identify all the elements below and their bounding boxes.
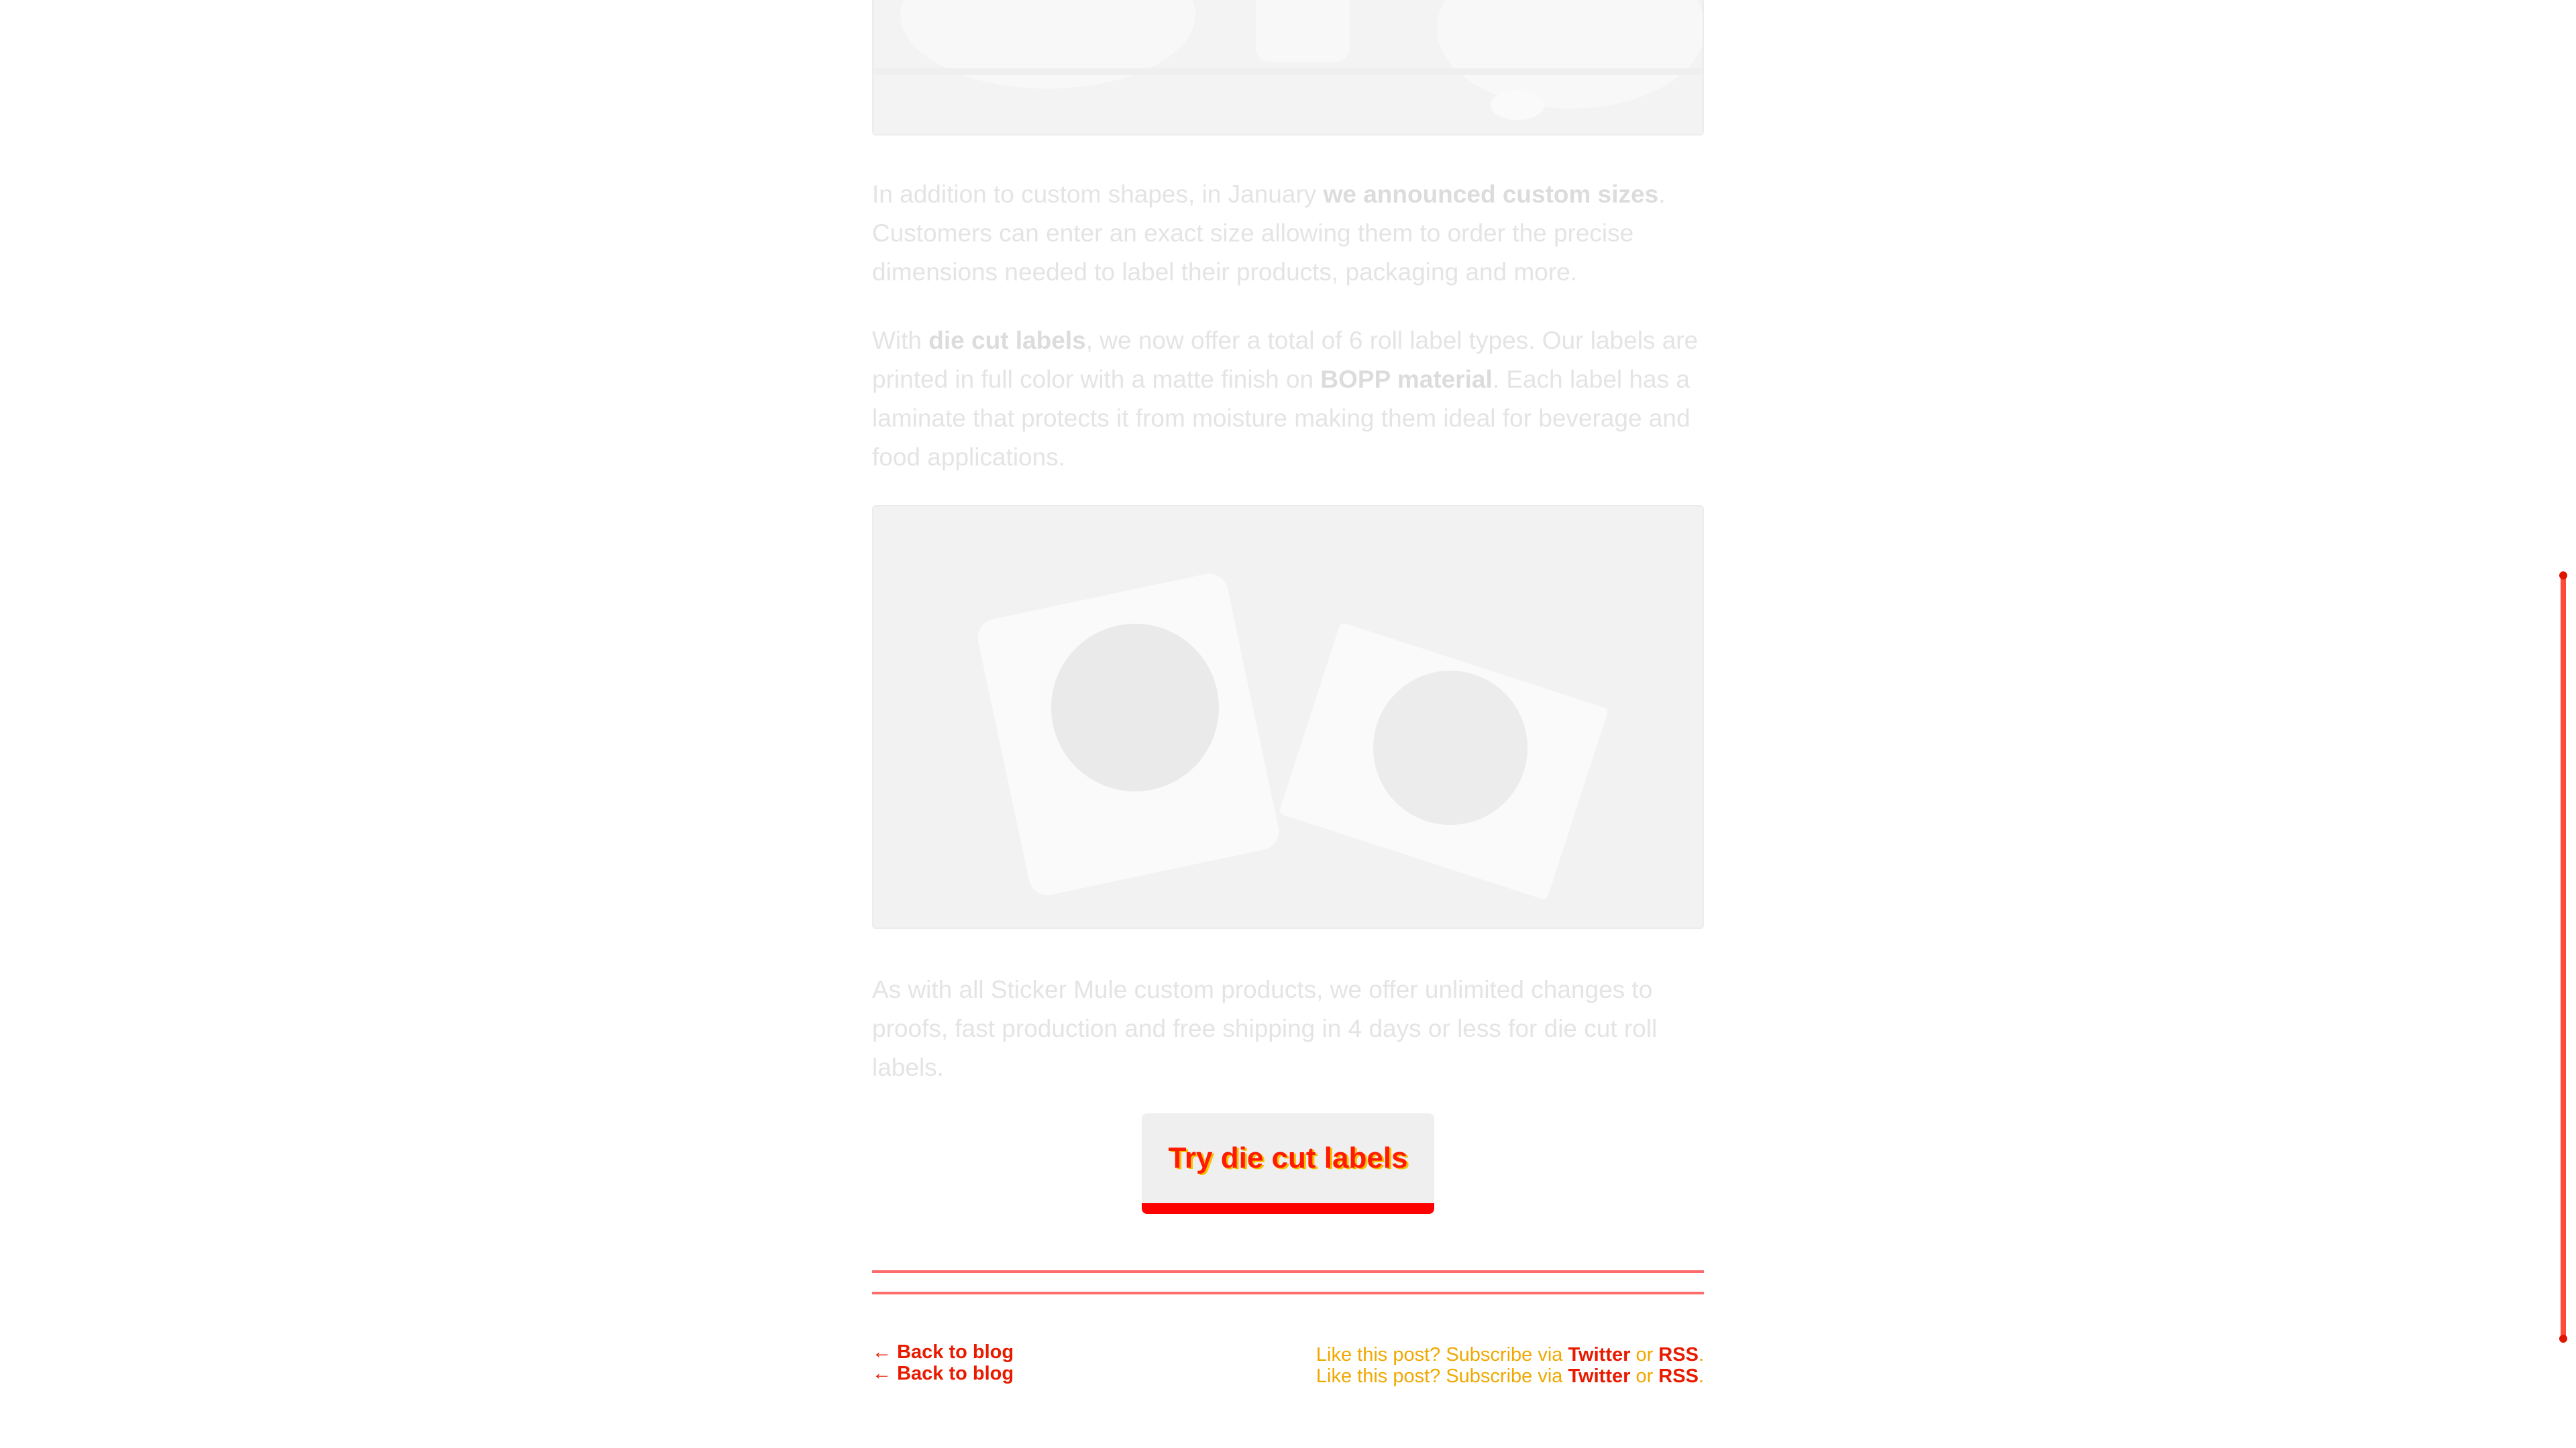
paragraph-custom-sizes: In addition to custom shapes, in January…: [872, 175, 1704, 292]
custom-sizes-link[interactable]: we announced custom sizes: [1324, 180, 1659, 208]
rss-link[interactable]: RSS: [1658, 1366, 1699, 1387]
product-photo-labels-image: [873, 506, 1703, 928]
arrow-left-icon: ←: [872, 1341, 892, 1363]
back-to-blog-link[interactable]: ← Back to blog: [872, 1341, 1014, 1363]
subscribe-text: or: [1630, 1366, 1659, 1387]
paragraph-text: With: [872, 327, 929, 354]
subscribe-text: .: [1698, 1344, 1704, 1366]
paragraph-die-cut: With die cut labels, we now offer a tota…: [872, 321, 1704, 477]
subscribe-text: .: [1698, 1366, 1704, 1387]
subscribe-text: or: [1630, 1344, 1659, 1366]
subscribe-text: Like this post? Subscribe via: [1316, 1366, 1568, 1387]
subscribe-line: Like this post? Subscribe via Twitter or…: [1316, 1344, 1704, 1366]
footer-divider: [872, 1270, 1704, 1273]
arrow-left-icon: ←: [872, 1363, 892, 1384]
page-scrollbar[interactable]: [2561, 571, 2566, 1343]
product-photo-labels: [872, 505, 1704, 929]
back-to-blog-label: Back to blog: [897, 1363, 1014, 1384]
subscribe-line: Like this post? Subscribe via Twitter or…: [1316, 1366, 1704, 1388]
back-to-blog-link[interactable]: ← Back to blog: [872, 1363, 1014, 1385]
cta-label: Try die cut labels: [1168, 1141, 1408, 1174]
product-photo-top: [872, 0, 1704, 135]
bopp-material-link[interactable]: BOPP material: [1320, 366, 1492, 393]
rss-link[interactable]: RSS: [1658, 1344, 1699, 1366]
scroll-up-icon[interactable]: [2559, 571, 2567, 579]
product-photo-top-image: [873, 0, 1703, 134]
twitter-link[interactable]: Twitter: [1568, 1344, 1630, 1366]
paragraph-text: In addition to custom shapes, in January: [872, 180, 1324, 208]
footer-divider: [872, 1292, 1704, 1294]
back-to-blog-label: Back to blog: [897, 1341, 1014, 1363]
try-die-cut-labels-button[interactable]: Try die cut labels: [1142, 1113, 1434, 1214]
paragraph-unlimited-changes: As with all Sticker Mule custom products…: [872, 976, 1658, 1081]
twitter-link[interactable]: Twitter: [1568, 1366, 1630, 1387]
scroll-down-icon[interactable]: [2559, 1335, 2567, 1343]
subscribe-text: Like this post? Subscribe via: [1316, 1344, 1568, 1366]
die-cut-labels-link[interactable]: die cut labels: [928, 327, 1085, 354]
